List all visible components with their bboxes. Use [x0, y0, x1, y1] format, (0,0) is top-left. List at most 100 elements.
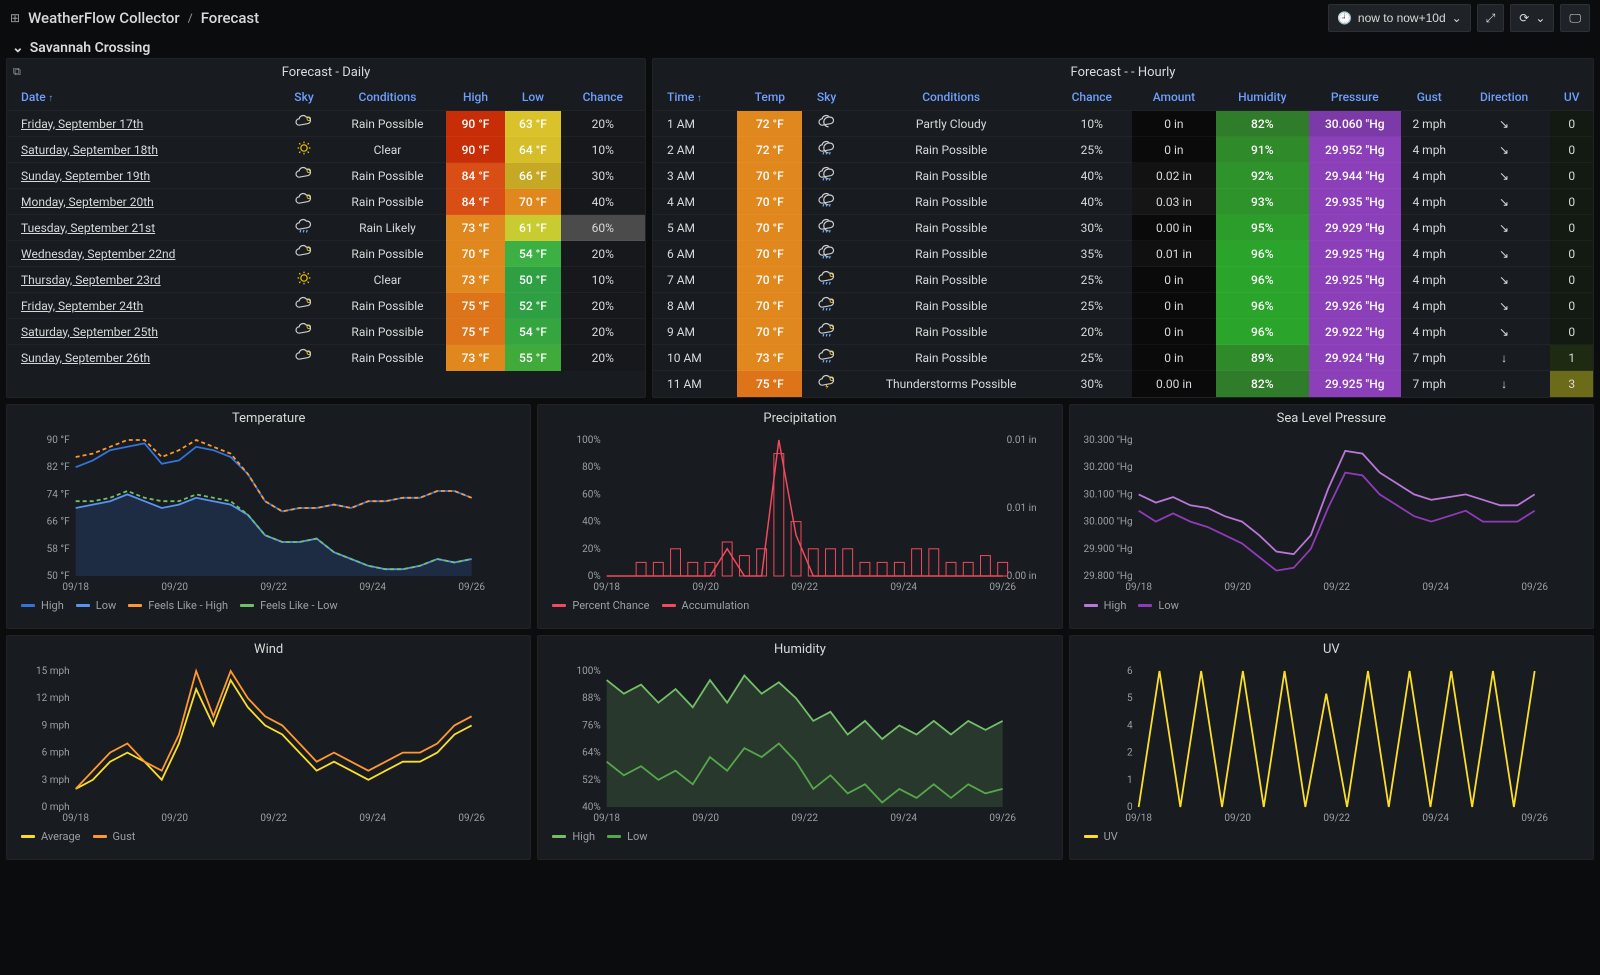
- direction-cell: ↓: [1458, 371, 1551, 397]
- svg-text:09/20: 09/20: [693, 582, 720, 593]
- humidity-cell: 82%: [1216, 371, 1309, 397]
- svg-text:40%: 40%: [582, 802, 601, 813]
- col-direction[interactable]: Direction: [1458, 84, 1551, 111]
- uv-cell: 0: [1550, 163, 1593, 189]
- low-cell: 61 °F: [505, 215, 560, 241]
- col-conditions[interactable]: Conditions: [851, 84, 1052, 111]
- col-uv[interactable]: UV: [1550, 84, 1593, 111]
- legend-item[interactable]: High: [552, 830, 595, 843]
- col-gust[interactable]: Gust: [1401, 84, 1458, 111]
- legend-item[interactable]: Average: [21, 830, 81, 843]
- sky-icon: [279, 293, 330, 319]
- chart-body[interactable]: 0%20%40%60%80%100%0.00 in0.01 in0.01 in0…: [538, 430, 1061, 599]
- svg-text:30.100 "Hg: 30.100 "Hg: [1083, 489, 1132, 500]
- legend-item[interactable]: High: [1084, 599, 1127, 612]
- humidity-cell: 91%: [1216, 137, 1309, 163]
- svg-text:09/22: 09/22: [260, 582, 287, 593]
- svg-text:09/24: 09/24: [359, 813, 386, 824]
- panel-wind: Wind0 mph3 mph6 mph9 mph12 mph15 mph09/1…: [6, 635, 531, 860]
- chart-body[interactable]: 0 mph3 mph6 mph9 mph12 mph15 mph09/1809/…: [7, 661, 530, 830]
- date-link[interactable]: Sunday, September 26th: [21, 351, 150, 365]
- chance-cell: 25%: [1052, 267, 1133, 293]
- legend-item[interactable]: Low: [1138, 599, 1178, 612]
- legend-item[interactable]: High: [21, 599, 64, 612]
- chance-cell: 25%: [1052, 293, 1133, 319]
- breadcrumb-root[interactable]: WeatherFlow Collector: [28, 9, 180, 27]
- date-link[interactable]: Friday, September 24th: [21, 299, 143, 313]
- refresh-button[interactable]: ⟳⌄: [1510, 4, 1554, 32]
- panel-title: Temperature: [7, 405, 530, 430]
- svg-text:09/24: 09/24: [359, 582, 386, 593]
- table-row: 1 AM72 °FPartly Cloudy10%0 in82%30.060 "…: [653, 111, 1593, 137]
- time-range-picker[interactable]: 🕘 now to now+10d ⌄: [1328, 4, 1471, 32]
- panel-title: UV: [1070, 636, 1593, 661]
- col-humidity[interactable]: Humidity: [1216, 84, 1309, 111]
- col-time[interactable]: Time: [653, 84, 737, 111]
- date-link[interactable]: Friday, September 17th: [21, 117, 143, 131]
- svg-text:20%: 20%: [582, 543, 601, 554]
- col-temp[interactable]: Temp: [737, 84, 802, 111]
- svg-text:40%: 40%: [582, 516, 601, 527]
- svg-text:09/22: 09/22: [1323, 813, 1350, 824]
- chart-body[interactable]: 29.800 "Hg29.900 "Hg30.000 "Hg30.100 "Hg…: [1070, 430, 1593, 599]
- col-sky[interactable]: Sky: [279, 84, 330, 111]
- legend-item[interactable]: Gust: [93, 830, 136, 843]
- direction-cell: ↘: [1458, 111, 1551, 137]
- svg-text:09/24: 09/24: [1422, 582, 1449, 593]
- temp-cell: 70 °F: [737, 293, 802, 319]
- chance-cell: 20%: [561, 319, 645, 345]
- svg-text:09/24: 09/24: [1422, 813, 1449, 824]
- sky-icon: [279, 215, 330, 241]
- condition-cell: Rain Possible: [851, 137, 1052, 163]
- sky-icon: [279, 241, 330, 267]
- date-link[interactable]: Sunday, September 19th: [21, 169, 150, 183]
- direction-cell: ↘: [1458, 241, 1551, 267]
- row-header[interactable]: ⌄ Savannah Crossing: [0, 36, 1600, 58]
- col-sky[interactable]: Sky: [802, 84, 850, 111]
- date-link[interactable]: Tuesday, September 21st: [21, 221, 155, 235]
- pressure-cell: 29.944 "Hg: [1309, 163, 1401, 189]
- kiosk-button[interactable]: 🖵: [1560, 4, 1590, 32]
- external-link-icon[interactable]: ⧉: [13, 65, 21, 79]
- col-low[interactable]: Low: [505, 84, 560, 111]
- direction-cell: ↘: [1458, 189, 1551, 215]
- svg-text:09/20: 09/20: [693, 813, 720, 824]
- svg-text:100%: 100%: [577, 666, 601, 677]
- col-date[interactable]: Date: [7, 84, 279, 111]
- condition-cell: Clear: [329, 137, 445, 163]
- legend-item[interactable]: Feels Like - High: [128, 599, 228, 612]
- chart-body[interactable]: 50 °F58 °F66 °F74 °F82 °F90 °F09/1809/20…: [7, 430, 530, 599]
- svg-text:09/24: 09/24: [891, 582, 918, 593]
- humidity-cell: 96%: [1216, 293, 1309, 319]
- legend-item[interactable]: Percent Chance: [552, 599, 649, 612]
- legend-item[interactable]: Low: [607, 830, 647, 843]
- col-conditions[interactable]: Conditions: [329, 84, 445, 111]
- date-link[interactable]: Monday, September 20th: [21, 195, 154, 209]
- col-amount[interactable]: Amount: [1132, 84, 1216, 111]
- breadcrumb-page[interactable]: Forecast: [201, 9, 259, 27]
- col-chance[interactable]: Chance: [1052, 84, 1133, 111]
- date-link[interactable]: Thursday, September 23rd: [21, 273, 161, 287]
- humidity-cell: 96%: [1216, 241, 1309, 267]
- temp-cell: 70 °F: [737, 163, 802, 189]
- panel-title: Precipitation: [538, 405, 1061, 430]
- legend-item[interactable]: Low: [76, 599, 116, 612]
- chance-cell: 35%: [1052, 241, 1133, 267]
- zoom-out-button[interactable]: ⤢: [1477, 4, 1505, 32]
- legend-item[interactable]: UV: [1084, 830, 1118, 843]
- date-link[interactable]: Wednesday, September 22nd: [21, 247, 175, 261]
- sky-icon: [802, 319, 850, 345]
- panel-forecast-daily: ⧉ Forecast - Daily DateSkyConditionsHigh…: [6, 58, 646, 398]
- legend-item[interactable]: Accumulation: [662, 599, 750, 612]
- col-chance[interactable]: Chance: [561, 84, 645, 111]
- col-pressure[interactable]: Pressure: [1309, 84, 1401, 111]
- legend-item[interactable]: Feels Like - Low: [240, 599, 338, 612]
- col-high[interactable]: High: [446, 84, 506, 111]
- zoom-out-icon: ⤢: [1486, 11, 1496, 26]
- date-link[interactable]: Saturday, September 25th: [21, 325, 158, 339]
- high-cell: 70 °F: [446, 241, 506, 267]
- chart-body[interactable]: 01245609/1809/2009/2209/2409/26: [1070, 661, 1593, 830]
- gust-cell: 7 mph: [1401, 371, 1458, 397]
- date-link[interactable]: Saturday, September 18th: [21, 143, 158, 157]
- chart-body[interactable]: 40%52%64%76%88%100%09/1809/2009/2209/240…: [538, 661, 1061, 830]
